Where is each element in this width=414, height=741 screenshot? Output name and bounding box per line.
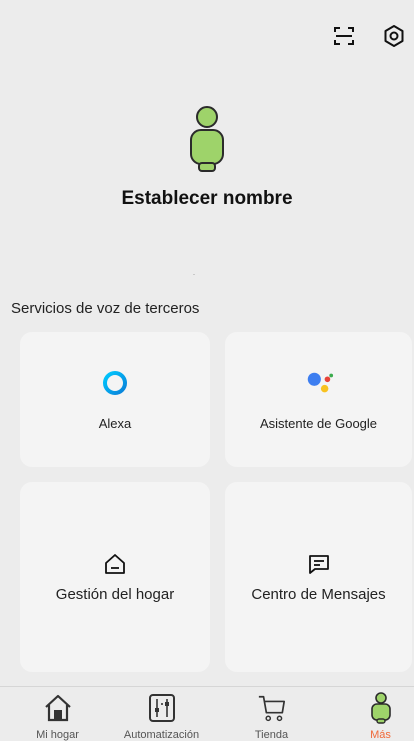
nav-label-store: Tienda bbox=[254, 729, 289, 741]
home-management-label: Gestión del hogar bbox=[55, 586, 175, 603]
bottom-nav: Mi hogar Automatización Tienda Más bbox=[0, 686, 414, 741]
scan-icon[interactable] bbox=[330, 22, 358, 50]
profile-name[interactable]: Establecer nombre bbox=[0, 188, 414, 210]
google-assistant-icon bbox=[304, 368, 334, 398]
section-title: Servicios de voz de terceros bbox=[11, 300, 200, 317]
top-actions bbox=[330, 22, 408, 50]
nav-label-automation: Automatización bbox=[123, 729, 200, 741]
nav-item-home[interactable]: Mi hogar bbox=[6, 687, 109, 741]
google-assistant-card[interactable]: Asistente de Google bbox=[225, 332, 412, 467]
message-center-card[interactable]: Centro de Mensajes bbox=[225, 482, 412, 672]
home-management-card[interactable]: Gestión del hogar bbox=[20, 482, 210, 672]
automation-icon bbox=[147, 691, 177, 725]
profile-icon bbox=[366, 691, 396, 725]
settings-icon[interactable] bbox=[380, 22, 408, 50]
avatar-icon[interactable] bbox=[187, 104, 227, 174]
home-outline-icon bbox=[103, 552, 127, 576]
divider-dot bbox=[193, 274, 195, 275]
alexa-card[interactable]: Alexa bbox=[20, 332, 210, 467]
home-icon bbox=[43, 691, 73, 725]
nav-item-more[interactable]: Más bbox=[329, 687, 414, 741]
alexa-icon bbox=[100, 368, 130, 398]
nav-label-more: Más bbox=[370, 729, 391, 741]
google-assistant-label: Asistente de Google bbox=[259, 416, 378, 431]
nav-item-store[interactable]: Tienda bbox=[220, 687, 323, 741]
cart-icon bbox=[257, 691, 287, 725]
nav-label-home: Mi hogar bbox=[36, 729, 79, 741]
nav-item-automation[interactable]: Automatización bbox=[110, 687, 213, 741]
message-icon bbox=[307, 552, 331, 576]
alexa-label: Alexa bbox=[98, 416, 132, 431]
message-center-label: Centro de Mensajes bbox=[251, 586, 386, 603]
